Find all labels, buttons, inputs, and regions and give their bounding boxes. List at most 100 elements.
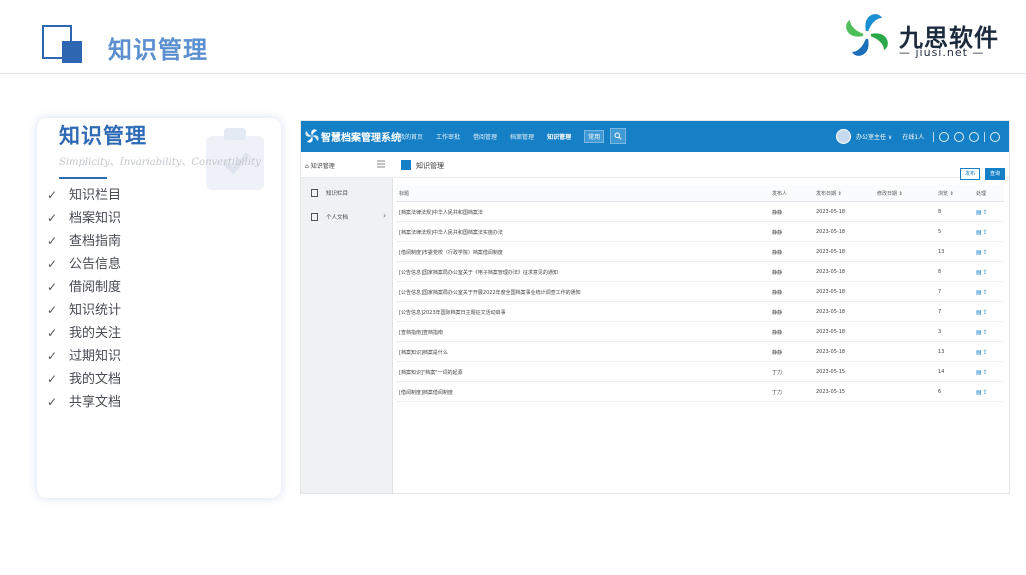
table-row[interactable]: [档案法律法规]中华人民共和国档案法 静静 2023-05-18 8 ▤⇪ <box>396 202 1004 222</box>
page-title: 知识管理 <box>108 36 208 64</box>
row-title[interactable]: [档案法律法规]中华人民共和国档案法 <box>399 209 483 216</box>
row-title[interactable]: [档案法律法规]中华人民共和国档案法实施办法 <box>399 229 503 236</box>
table-row[interactable]: [公告信息]2023年国际档案日主题征文活动启事 静静 2023-05-18 7 ▤⇪ <box>396 302 1004 322</box>
share-icon[interactable]: ⇪ <box>983 269 989 276</box>
print-icon[interactable]: ▤ <box>976 309 983 316</box>
chevron-right-icon: › <box>383 211 387 220</box>
row-actions: ▤⇪ <box>976 229 989 236</box>
top-nav: 我的首页 工作审批 借阅管理 档案管理 知识管理 常用 <box>399 128 627 144</box>
table-row[interactable]: [查档指南]查档指南 静静 2023-05-18 3 ▤⇪ <box>396 322 1004 342</box>
feature-label: 公告信息 <box>69 257 122 272</box>
share-icon[interactable]: ⇪ <box>983 389 989 396</box>
table-row[interactable]: [借阅制度]市委党校（行政学院）档案借阅制度 静静 2023-05-18 13 ▤⇪ <box>396 242 1004 262</box>
col-views[interactable]: 浏览 ⇕ <box>938 190 954 197</box>
zoom-in-icon[interactable] <box>954 131 965 142</box>
print-icon[interactable]: ▤ <box>976 209 983 216</box>
publish-button[interactable]: 发布 <box>960 168 981 180</box>
print-icon[interactable]: ▤ <box>976 229 983 236</box>
nav-item-approval[interactable]: 工作审批 <box>436 132 460 141</box>
print-icon[interactable]: ▤ <box>976 269 983 276</box>
sidebar-item-label: 知识栏目 <box>326 191 349 197</box>
print-icon[interactable]: ▤ <box>976 249 983 256</box>
nav-item-borrow[interactable]: 借阅管理 <box>473 132 497 141</box>
row-title[interactable]: [公告信息]国家档案局办公室关于《电子档案管理办法》征求意见的通知 <box>399 269 558 276</box>
sidebar-item-columns[interactable]: 知识栏目 <box>301 182 393 204</box>
row-actions: ▤⇪ <box>976 309 989 316</box>
row-title[interactable]: [档案知识]"档案"一词的起源 <box>399 369 463 376</box>
row-publisher: 丁力 <box>772 390 783 396</box>
refresh-icon[interactable] <box>969 131 980 142</box>
online-count[interactable]: 在线1人 <box>902 132 924 141</box>
table-row[interactable]: [公告信息]国家档案局办公室关于开展2022年度全国档案事业统计调查工作的通知 静… <box>396 282 1004 302</box>
row-publisher: 静静 <box>772 210 783 216</box>
row-views: 8 <box>938 269 942 275</box>
feature-item: ✓ 共享文档 <box>47 391 121 414</box>
power-icon[interactable] <box>990 131 1001 142</box>
row-title[interactable]: [借阅制度]市委党校（行政学院）档案借阅制度 <box>399 249 503 256</box>
query-button[interactable]: 查询 <box>985 168 1006 180</box>
col-mod-date[interactable]: 修改日期 ⇕ <box>877 190 903 197</box>
table-row[interactable]: [档案知识]档案是什么 静静 2023-05-18 13 ▤⇪ <box>396 342 1004 362</box>
search-button[interactable] <box>610 128 627 144</box>
row-pub-date: 2023-05-18 <box>816 329 846 335</box>
share-icon[interactable]: ⇪ <box>983 309 989 316</box>
print-icon[interactable]: ▤ <box>976 329 983 336</box>
row-views: 6 <box>938 389 942 395</box>
table-row[interactable]: [档案法律法规]中华人民共和国档案法实施办法 静静 2023-05-18 5 ▤⇪ <box>396 222 1004 242</box>
row-actions: ▤⇪ <box>976 249 989 256</box>
row-title[interactable]: [借阅制度]档案借阅制度 <box>399 389 453 396</box>
app-window: 智慧档案管理系统 我的首页 工作审批 借阅管理 档案管理 知识管理 常用 办公室… <box>300 120 1010 494</box>
share-icon[interactable]: ⇪ <box>983 209 989 216</box>
nav-item-archive[interactable]: 档案管理 <box>510 132 534 141</box>
share-icon[interactable]: ⇪ <box>983 289 989 296</box>
avatar[interactable] <box>836 129 851 144</box>
sidebar-home[interactable]: ⌂ 知识管理 <box>305 161 335 170</box>
check-icon: ✓ <box>47 280 58 294</box>
share-icon[interactable]: ⇪ <box>983 369 989 376</box>
share-icon[interactable]: ⇪ <box>983 329 989 336</box>
print-icon[interactable]: ▤ <box>976 349 983 356</box>
feature-item: ✓ 过期知识 <box>47 345 121 368</box>
knowledge-icon <box>401 160 411 170</box>
brand-logo: 九思软件 — jiusi.net — <box>842 8 1012 60</box>
menu-icon[interactable] <box>377 160 385 168</box>
common-button[interactable]: 常用 <box>584 129 605 143</box>
table-row[interactable]: [档案知识]"档案"一词的起源 丁力 2023-05-15 14 ▤⇪ <box>396 362 1004 382</box>
feature-list: ✓ 知识栏目 ✓ 档案知识 ✓ 查档指南 ✓ 公告信息 ✓ 借阅制度 ✓ 知识统计 ✓ 我的关… <box>47 184 121 414</box>
content-area: 知识管理 发布 查询 标题 发布人 发布日期 ⇕ 修改日期 ⇕ 浏览 ⇕ 处理 … <box>394 152 1009 493</box>
table-row[interactable]: [公告信息]国家档案局办公室关于《电子档案管理办法》征求意见的通知 静静 2023-… <box>396 262 1004 282</box>
app-topbar: 智慧档案管理系统 我的首页 工作审批 借阅管理 档案管理 知识管理 常用 办公室… <box>301 121 1009 152</box>
card-subtitle: Simplicity、Invariability、Convertibility <box>59 157 261 168</box>
row-actions: ▤⇪ <box>976 209 989 216</box>
share-icon[interactable]: ⇪ <box>983 349 989 356</box>
row-pub-date: 2023-05-18 <box>816 349 846 355</box>
share-icon[interactable]: ⇪ <box>983 229 989 236</box>
feature-label: 我的文档 <box>69 372 122 387</box>
row-title[interactable]: [档案知识]档案是什么 <box>399 349 448 356</box>
feature-label: 知识统计 <box>69 303 122 318</box>
row-pub-date: 2023-05-18 <box>816 269 846 275</box>
col-pub-date[interactable]: 发布日期 ⇕ <box>816 190 842 197</box>
divider <box>933 131 935 142</box>
knowledge-table: 标题 发布人 发布日期 ⇕ 修改日期 ⇕ 浏览 ⇕ 处理 [档案法律法规]中华人… <box>396 185 1004 402</box>
print-icon[interactable]: ▤ <box>976 369 983 376</box>
sidebar-item-label: 个人文档 <box>326 215 349 221</box>
sidebar-item-personal-docs[interactable]: 个人文档 › <box>301 206 393 228</box>
col-publisher: 发布人 <box>772 191 788 197</box>
table-row[interactable]: [借阅制度]档案借阅制度 丁力 2023-05-15 6 ▤⇪ <box>396 382 1004 402</box>
row-pub-date: 2023-05-18 <box>816 209 846 215</box>
app-name: 智慧档案管理系统 <box>321 133 401 144</box>
print-icon[interactable]: ▤ <box>976 389 983 396</box>
nav-item-home[interactable]: 我的首页 <box>399 132 423 141</box>
row-title[interactable]: [公告信息]国家档案局办公室关于开展2022年度全国档案事业统计调查工作的通知 <box>399 289 581 296</box>
share-icon[interactable]: ⇪ <box>983 249 989 256</box>
zoom-out-icon[interactable] <box>939 131 950 142</box>
feature-label: 查档指南 <box>69 234 122 249</box>
row-views: 14 <box>938 369 945 375</box>
row-title[interactable]: [查档指南]查档指南 <box>399 329 443 336</box>
print-icon[interactable]: ▤ <box>976 289 983 296</box>
user-menu[interactable]: 办公室主任 ∨ <box>856 132 892 141</box>
row-pub-date: 2023-05-18 <box>816 309 846 315</box>
nav-item-knowledge[interactable]: 知识管理 <box>547 132 571 141</box>
row-title[interactable]: [公告信息]2023年国际档案日主题征文活动启事 <box>399 309 506 316</box>
